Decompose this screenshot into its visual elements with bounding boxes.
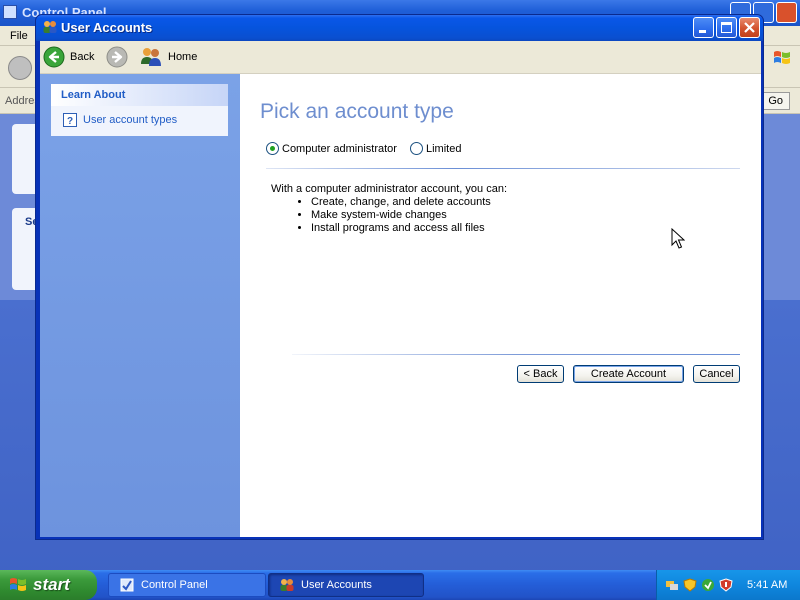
forward-button[interactable]: [106, 45, 128, 69]
forward-arrow-icon: [106, 46, 128, 68]
go-button[interactable]: Go: [761, 92, 790, 110]
svg-text:?: ?: [67, 116, 73, 127]
back-button[interactable]: Back: [43, 45, 94, 69]
taskbar-item-user-accounts[interactable]: User Accounts: [268, 573, 424, 597]
home-label: Home: [168, 51, 198, 63]
taskbar: start Control Panel User Accounts 5:41 A…: [0, 570, 800, 600]
main-panel: Pick an account type Computer administra…: [240, 74, 761, 537]
separator-bottom: [292, 354, 740, 355]
window-title: User Accounts: [61, 20, 153, 35]
radio-label-administrator: Computer administrator: [282, 142, 397, 155]
taskbar-item-label: User Accounts: [301, 579, 372, 591]
menu-file[interactable]: File: [10, 30, 28, 42]
list-item: Make system-wide changes: [311, 209, 491, 222]
create-account-button[interactable]: Create Account: [573, 365, 684, 383]
question-mark-icon: ?: [63, 113, 77, 127]
taskbar-item-control-panel[interactable]: Control Panel: [108, 573, 266, 597]
learn-about-panel: Learn About ? User account types: [51, 84, 228, 136]
user-accounts-window: User Accounts Back Home Learn About ? Us…: [35, 14, 764, 540]
maximize-button[interactable]: [716, 17, 737, 38]
security-shield-icon[interactable]: [683, 578, 697, 592]
cancel-button[interactable]: Cancel: [693, 365, 740, 383]
separator-top: [266, 168, 740, 169]
back-arrow-icon: [43, 46, 65, 68]
radio-limited[interactable]: Limited: [410, 142, 461, 155]
list-item: Install programs and access all files: [311, 222, 491, 235]
user-account-types-link[interactable]: ? User account types: [63, 113, 177, 127]
back-label: Back: [70, 51, 95, 63]
network-icon[interactable]: [665, 578, 679, 592]
control-panel-icon: [3, 5, 17, 19]
maximize-icon: [721, 22, 732, 33]
navigation-toolbar: Back Home: [40, 41, 761, 74]
list-item: Create, change, and delete accounts: [311, 196, 491, 209]
users-icon: [280, 579, 294, 591]
taskbar-item-label: Control Panel: [141, 579, 208, 591]
control-panel-icon: [120, 578, 134, 592]
windows-flag-icon: [774, 51, 790, 64]
start-button[interactable]: start: [0, 570, 97, 600]
alert-shield-icon[interactable]: [719, 578, 733, 592]
minimize-icon: [699, 30, 706, 33]
radio-button[interactable]: [410, 142, 423, 155]
close-icon: [744, 22, 755, 33]
updates-icon[interactable]: [701, 578, 715, 592]
back-arrow-icon[interactable]: [8, 56, 32, 80]
sidebar: Learn About ? User account types: [40, 74, 240, 537]
system-tray: 5:41 AM: [656, 570, 800, 600]
radio-button-selected[interactable]: [266, 142, 279, 155]
user-account-types-label: User account types: [83, 114, 178, 126]
learn-about-header: Learn About: [51, 84, 228, 106]
users-home-icon: [141, 48, 161, 66]
content-area: Learn About ? User account types Pick an…: [40, 74, 761, 537]
user-accounts-titlebar[interactable]: User Accounts: [36, 15, 763, 41]
clock: 5:41 AM: [747, 579, 788, 591]
account-description: With a computer administrator account, y…: [271, 183, 507, 195]
home-button[interactable]: Home: [139, 45, 197, 69]
feature-list: Create, change, and delete accounts Make…: [296, 196, 491, 235]
radio-label-limited: Limited: [426, 142, 462, 155]
minimize-button[interactable]: [693, 17, 714, 38]
start-label: start: [33, 575, 70, 594]
close-button[interactable]: [739, 17, 760, 38]
windows-flag-icon: [10, 578, 26, 591]
back-wizard-button[interactable]: < Back: [517, 365, 564, 383]
page-title: Pick an account type: [260, 100, 454, 123]
mouse-cursor-icon: [671, 228, 685, 249]
radio-computer-administrator[interactable]: Computer administrator: [266, 142, 397, 155]
users-icon: [43, 21, 57, 33]
